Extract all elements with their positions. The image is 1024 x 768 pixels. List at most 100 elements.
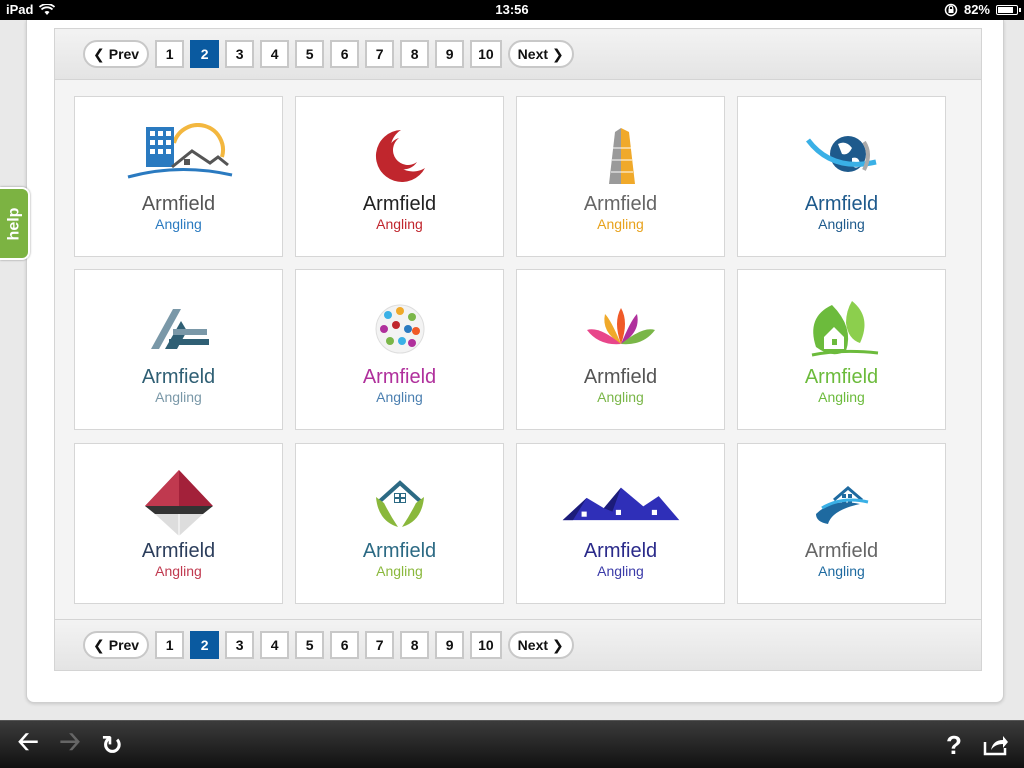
house-hands-icon [340,468,460,538]
pagination-top: ❮ Prev 1 2 3 4 5 6 7 8 9 10 Next ❯ [54,28,982,80]
logo-brand: Armfield [362,539,437,562]
logo-tile-1[interactable]: Armfield Angling [74,96,283,257]
status-right: 82% [944,2,1021,17]
logo-tagline: Angling [155,562,202,579]
page-2-button[interactable]: 2 [190,631,220,659]
prev-button[interactable]: ❮ Prev [83,40,150,68]
page-8-button[interactable]: 8 [400,631,430,659]
logo-tagline: Angling [155,388,202,405]
logo-tagline: Angling [597,215,644,232]
browser-toolbar: 🡠 🡢 ↻ ? [0,720,1024,768]
page-7-button[interactable]: 7 [365,40,395,68]
page-6-button[interactable]: 6 [330,631,360,659]
logo-tile-10[interactable]: Armfield Angling [295,443,504,604]
logo-tagline: Angling [376,215,423,232]
people-globe-icon [340,294,460,364]
logo-brand: Armfield [583,365,658,388]
logo-brand: Armfield [804,192,879,215]
page-10-button[interactable]: 10 [470,631,502,659]
status-time: 13:56 [495,2,529,17]
globe-swoosh-icon [782,121,902,191]
page-3-button[interactable]: 3 [225,631,255,659]
logo-tagline: Angling [597,562,644,579]
rotation-lock-icon [944,3,958,16]
page-5-button[interactable]: 5 [295,40,325,68]
house-swoosh-icon [782,468,902,538]
logo-brand: Armfield [362,192,437,215]
logo-brand: Armfield [141,365,216,388]
logo-tile-12[interactable]: Armfield Angling [737,443,946,604]
next-label: Next [517,46,549,62]
help-question-icon[interactable]: ? [938,729,970,761]
page-10-button[interactable]: 10 [470,40,502,68]
lotus-flower-icon [561,294,681,364]
content-card: ❮ Prev 1 2 3 4 5 6 7 8 9 10 Next ❯ Armfiel… [26,20,1004,703]
logo-brand: Armfield [583,192,658,215]
logo-tagline: Angling [818,215,865,232]
back-arrow-icon[interactable]: 🡠 [12,726,44,761]
pagination-bottom: ❮ Prev 1 2 3 4 5 6 7 8 9 10 Next ❯ [54,619,982,671]
battery-icon [996,4,1021,15]
share-icon[interactable] [980,729,1012,761]
logo-tile-3[interactable]: Armfield Angling [516,96,725,257]
logo-tagline: Angling [597,388,644,405]
page-1-button[interactable]: 1 [155,631,185,659]
page-4-button[interactable]: 4 [260,40,290,68]
green-leaf-house-icon [782,294,902,364]
logo-tagline: Angling [155,215,202,232]
prev-label: Prev [108,46,140,62]
help-tab[interactable]: help [0,187,30,260]
logo-brand: Armfield [141,539,216,562]
page: ❮ Prev 1 2 3 4 5 6 7 8 9 10 Next ❯ Armfiel… [0,20,1024,720]
help-label: help [5,207,23,240]
logo-tile-9[interactable]: Armfield Angling [74,443,283,604]
reload-icon[interactable]: ↻ [96,729,128,761]
page-3-button[interactable]: 3 [225,40,255,68]
logo-tagline: Angling [818,388,865,405]
logo-grid: Armfield Angling Armfield Angling Armfie… [54,80,982,619]
logo-tile-11[interactable]: Armfield Angling [516,443,725,604]
logo-tagline: Angling [818,562,865,579]
page-2-button[interactable]: 2 [190,40,220,68]
logo-tile-8[interactable]: Armfield Angling [737,269,946,430]
diamond-pyramid-icon [119,468,239,538]
logo-tile-4[interactable]: Armfield Angling [737,96,946,257]
chevron-left-icon: ❮ [93,636,105,653]
chevron-right-icon: ❯ [552,45,564,62]
page-4-button[interactable]: 4 [260,631,290,659]
logo-brand: Armfield [583,539,658,562]
page-7-button[interactable]: 7 [365,631,395,659]
logo-tile-2[interactable]: Armfield Angling [295,96,504,257]
page-5-button[interactable]: 5 [295,631,325,659]
chevron-left-icon: ❮ [93,45,105,62]
prev-button[interactable]: ❮ Prev [83,631,150,659]
page-6-button[interactable]: 6 [330,40,360,68]
next-label: Next [517,637,549,653]
page-8-button[interactable]: 8 [400,40,430,68]
gold-tower-icon [561,121,681,191]
blue-rooftops-icon [561,468,681,538]
triangle-stripes-icon [119,294,239,364]
battery-level [998,6,1013,13]
forward-arrow-icon[interactable]: 🡢 [54,726,86,761]
logo-tile-5[interactable]: Armfield Angling [74,269,283,430]
logo-brand: Armfield [141,192,216,215]
logo-tile-7[interactable]: Armfield Angling [516,269,725,430]
battery-percent: 82% [963,2,990,17]
logo-brand: Armfield [804,539,879,562]
red-crescent-swirl-icon [340,121,460,191]
next-button[interactable]: Next ❯ [507,40,574,68]
status-bar: iPad 13:56 82% [0,0,1024,20]
page-9-button[interactable]: 9 [435,40,465,68]
logo-brand: Armfield [804,365,879,388]
page-9-button[interactable]: 9 [435,631,465,659]
logo-tagline: Angling [376,388,423,405]
logo-tagline: Angling [376,562,423,579]
logo-brand: Armfield [362,365,437,388]
next-button[interactable]: Next ❯ [507,631,574,659]
chevron-right-icon: ❯ [552,636,564,653]
page-1-button[interactable]: 1 [155,40,185,68]
city-sun-building-icon [119,121,239,191]
prev-label: Prev [108,637,140,653]
logo-tile-6[interactable]: Armfield Angling [295,269,504,430]
